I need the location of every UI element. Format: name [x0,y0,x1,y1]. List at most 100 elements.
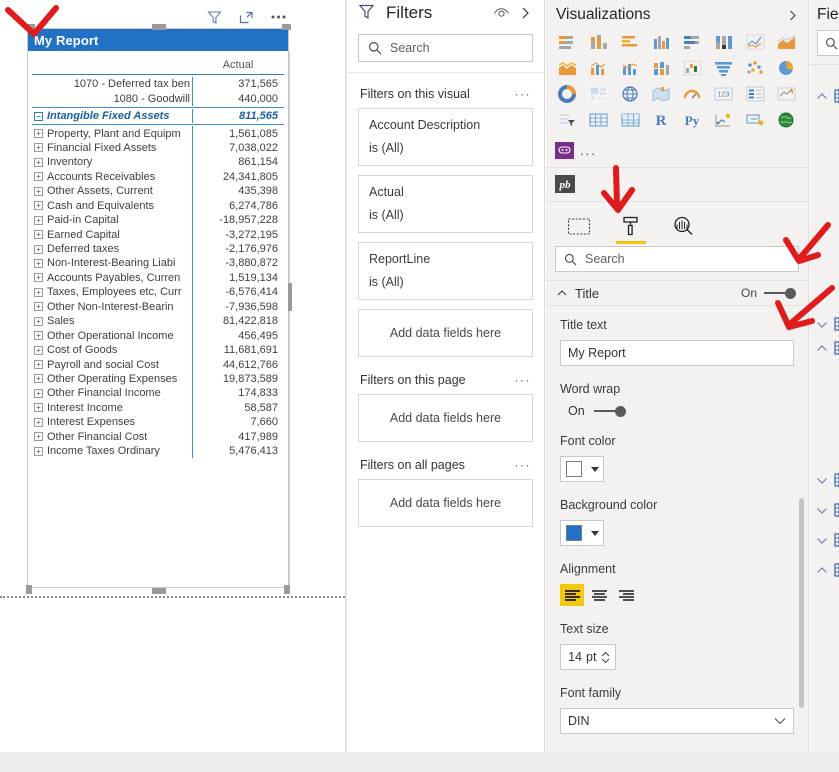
collapse-filters-icon[interactable] [516,4,534,22]
multi-row-card-icon[interactable] [740,82,771,106]
decomposition-tree-icon[interactable] [740,108,771,132]
clustered-column-chart-icon[interactable] [646,30,677,54]
expand-icon[interactable]: + [34,302,43,312]
python-visual-icon[interactable]: Py [677,108,708,132]
table-row[interactable]: 1070 - Deferred tax ben 371,565 [32,77,284,92]
filter-dropzone[interactable]: Add data fields here [358,479,533,527]
table-row[interactable]: + Cost of Goods 11,681,691 [32,342,284,358]
expand-icon[interactable]: + [34,273,43,283]
resize-handle-top-right[interactable] [282,24,291,30]
line-and-stacked-column-chart-icon[interactable] [583,56,614,80]
focus-mode-icon[interactable] [237,8,255,26]
filter-group-more-icon[interactable]: ··· [515,87,532,101]
align-right-button[interactable] [614,584,638,606]
arcgis-map-icon[interactable] [771,108,802,132]
table-row[interactable]: + Other Non-Interest-Bearin -7,936,598 [32,299,284,314]
fields-tree-item[interactable] [810,85,839,107]
expand-icon[interactable]: + [34,345,43,355]
table-row[interactable]: + Earned Capital -3,272,195 [32,227,284,242]
table-row[interactable]: + Other Financial Income 174,833 [32,386,284,401]
fields-tree-item[interactable] [810,469,839,491]
expand-icon[interactable]: + [34,446,43,456]
inforiver-visual-icon[interactable] [554,138,575,162]
expand-icon[interactable]: + [34,316,43,326]
table-row[interactable]: + Accounts Payables, Curren 1,519,134 [32,270,284,286]
expand-icon[interactable]: + [34,388,43,398]
filled-map-icon[interactable] [646,82,677,106]
matrix-visual[interactable]: My Report Actual 1070 - Deferred tax ben… [27,28,292,588]
filter-icon[interactable] [205,8,223,26]
table-row[interactable]: + Financial Fixed Assets 7,038,022 [32,140,284,156]
table-row[interactable]: + Interest Income 58,587 [32,400,284,416]
table-row[interactable]: + Taxes, Employees etc, Curr -6,576,414 [32,285,284,300]
filter-dropzone[interactable]: Add data fields here [358,309,533,357]
expand-icon[interactable]: + [34,143,43,153]
table-row[interactable]: + Interest Expenses 7,660 [32,415,284,430]
table-row[interactable]: + Property, Plant and Equipm 1,561,085 [32,126,284,141]
fields-tree-item[interactable] [810,313,839,335]
funnel-chart-icon[interactable] [708,56,739,80]
expand-icon[interactable]: + [34,215,43,225]
treemap-icon[interactable] [583,82,614,106]
ribbon-chart-icon[interactable] [646,56,677,80]
expand-icon[interactable]: + [34,258,43,268]
text-size-stepper[interactable]: 14 pt [560,644,616,670]
filter-card[interactable]: ReportLine is (All) [358,242,533,300]
expand-icon[interactable]: + [34,374,43,384]
r-script-visual-icon[interactable]: R [646,108,677,132]
format-tab[interactable] [616,215,646,244]
pb-custom-visual-icon[interactable]: pb [554,172,576,196]
collapse-visualizations-icon[interactable] [784,7,800,23]
report-canvas[interactable]: My Report Actual 1070 - Deferred tax ben… [0,0,345,752]
resize-handle-bottom-middle[interactable] [152,588,166,594]
hundred-percent-stacked-column-chart-icon[interactable] [708,30,739,54]
visualizations-pane[interactable]: Visualizations 123 R Py ... pb Search Ti… [546,0,809,752]
expand-icon[interactable]: + [34,172,43,182]
expand-icon[interactable]: + [34,186,43,196]
matrix-body[interactable]: 1070 - Deferred tax ben 371,565 1080 - Goo… [32,77,284,459]
title-toggle[interactable] [764,287,796,299]
stacked-area-chart-icon[interactable] [552,56,583,80]
slicer-icon[interactable] [552,108,583,132]
table-row[interactable]: + Accounts Receivables 24,341,805 [32,169,284,185]
resize-handle-bottom-left[interactable] [26,585,32,594]
format-pane-scrollbar-thumb[interactable] [799,498,804,708]
waterfall-chart-icon[interactable] [677,56,708,80]
format-search-input[interactable]: Search [555,246,799,272]
expand-icon[interactable]: + [34,360,43,370]
stacked-column-chart-icon[interactable] [583,30,614,54]
align-left-button[interactable] [560,584,584,606]
font-color-picker[interactable] [560,456,604,482]
filter-card[interactable]: Actual is (All) [358,175,533,233]
matrix-scrollbar[interactable] [288,51,292,588]
word-wrap-toggle[interactable] [593,405,626,417]
table-row[interactable]: + Inventory 861,154 [32,155,284,170]
line-and-clustered-column-chart-icon[interactable] [615,56,646,80]
clustered-bar-chart-icon[interactable] [615,30,646,54]
title-section-header[interactable]: Title On [546,280,808,306]
resize-handle-bottom-right[interactable] [284,585,290,594]
expand-icon[interactable]: + [34,403,43,413]
table-row[interactable]: + Other Assets, Current 435,398 [32,184,284,199]
fields-pane[interactable]: Fie [810,0,839,752]
expand-icon[interactable]: + [34,129,43,139]
card-icon[interactable]: 123 [708,82,739,106]
visual-type-gallery[interactable]: 123 R Py [546,26,808,134]
expand-icon[interactable]: + [34,157,43,167]
resize-handle-top-left[interactable] [26,24,35,30]
hide-filter-icon[interactable] [492,4,510,22]
filters-search-input[interactable]: Search [358,34,533,62]
gauge-icon[interactable] [677,82,708,106]
map-icon[interactable] [615,82,646,106]
analytics-tab[interactable] [668,215,698,244]
stepper-arrows[interactable] [601,651,610,664]
matrix-icon[interactable] [615,108,646,132]
fields-tab[interactable] [564,217,594,244]
stacked-bar-chart-icon[interactable] [552,30,583,54]
key-influencers-icon[interactable] [708,108,739,132]
table-row[interactable]: + Payroll and social Cost 44,612,766 [32,357,284,372]
filter-card[interactable]: Account Description is (All) [358,108,533,166]
hundred-percent-stacked-bar-chart-icon[interactable] [677,30,708,54]
table-row[interactable]: − Intangible Fixed Assets 811,565 [32,108,284,124]
kpi-icon[interactable] [771,82,802,106]
